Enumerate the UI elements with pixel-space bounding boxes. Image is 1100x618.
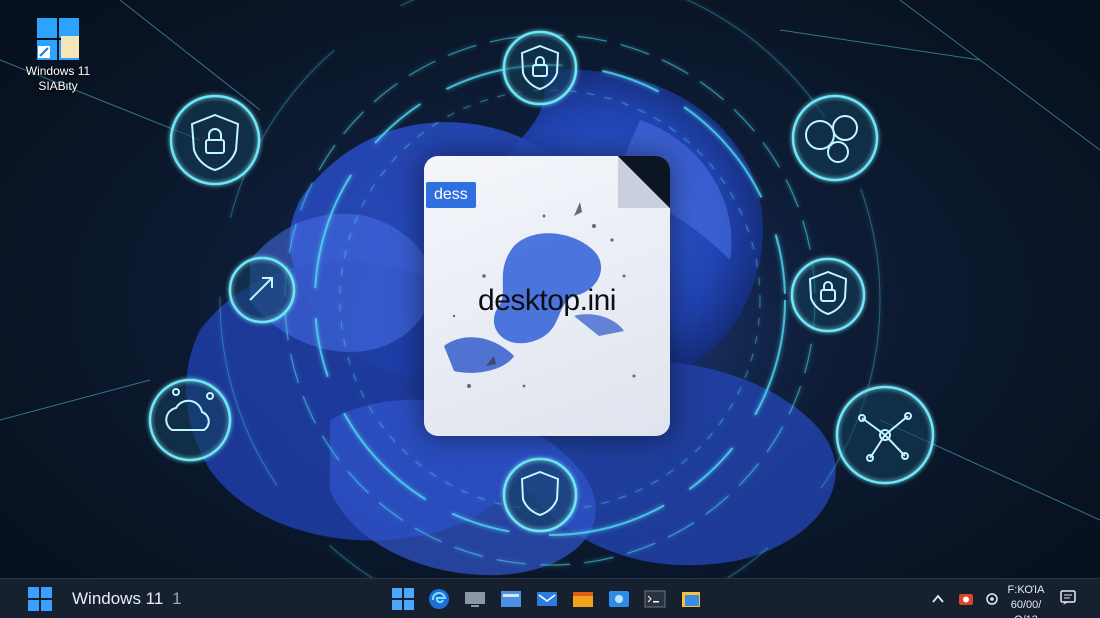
desktop-ini-file[interactable]: dess desktop.ini [424,156,670,436]
clock-date: 60/00/Ο/13 [1010,599,1042,618]
settings-tray-icon[interactable] [984,591,1000,607]
brand-suffix: 1 [172,589,182,608]
security-tray-icon[interactable] [958,591,974,607]
windows-11-shortcut[interactable]: Windows 11 SIABιty [18,18,98,94]
folder-icon[interactable] [568,586,598,612]
monitor-icon[interactable] [460,586,490,612]
taskbar-brand: Windows 11 1 [72,589,182,609]
taskbar: Windows 11 1 F:ΚΟΊΑ 60/00/ [0,578,1100,618]
chevron-up-icon[interactable] [930,591,946,607]
brand-text: Windows 11 [72,589,164,608]
notification-icon[interactable] [1060,590,1076,606]
start-icon[interactable] [28,587,52,611]
desktop-background: Windows 11 SIABιty dess desktop.ini [0,0,1100,578]
mail-icon[interactable] [532,586,562,612]
file-tag: dess [426,182,476,208]
clock-time: F:ΚΟΊΑ [1007,584,1045,596]
edge-icon[interactable] [424,586,454,612]
file-explorer-icon[interactable] [496,586,526,612]
files-icon[interactable] [676,586,706,612]
photos-icon[interactable] [604,586,634,612]
start-icon[interactable] [388,586,418,612]
windows-logo-icon [37,18,79,60]
file-name: desktop.ini [478,284,616,317]
system-clock[interactable]: F:ΚΟΊΑ 60/00/Ο/13 [1004,583,1048,618]
taskbar-apps [388,586,706,612]
terminal-icon[interactable] [640,586,670,612]
shortcut-subtitle: SIABιty [38,79,78,93]
page-fold [618,156,670,208]
shortcut-title: Windows 11 [25,64,91,78]
